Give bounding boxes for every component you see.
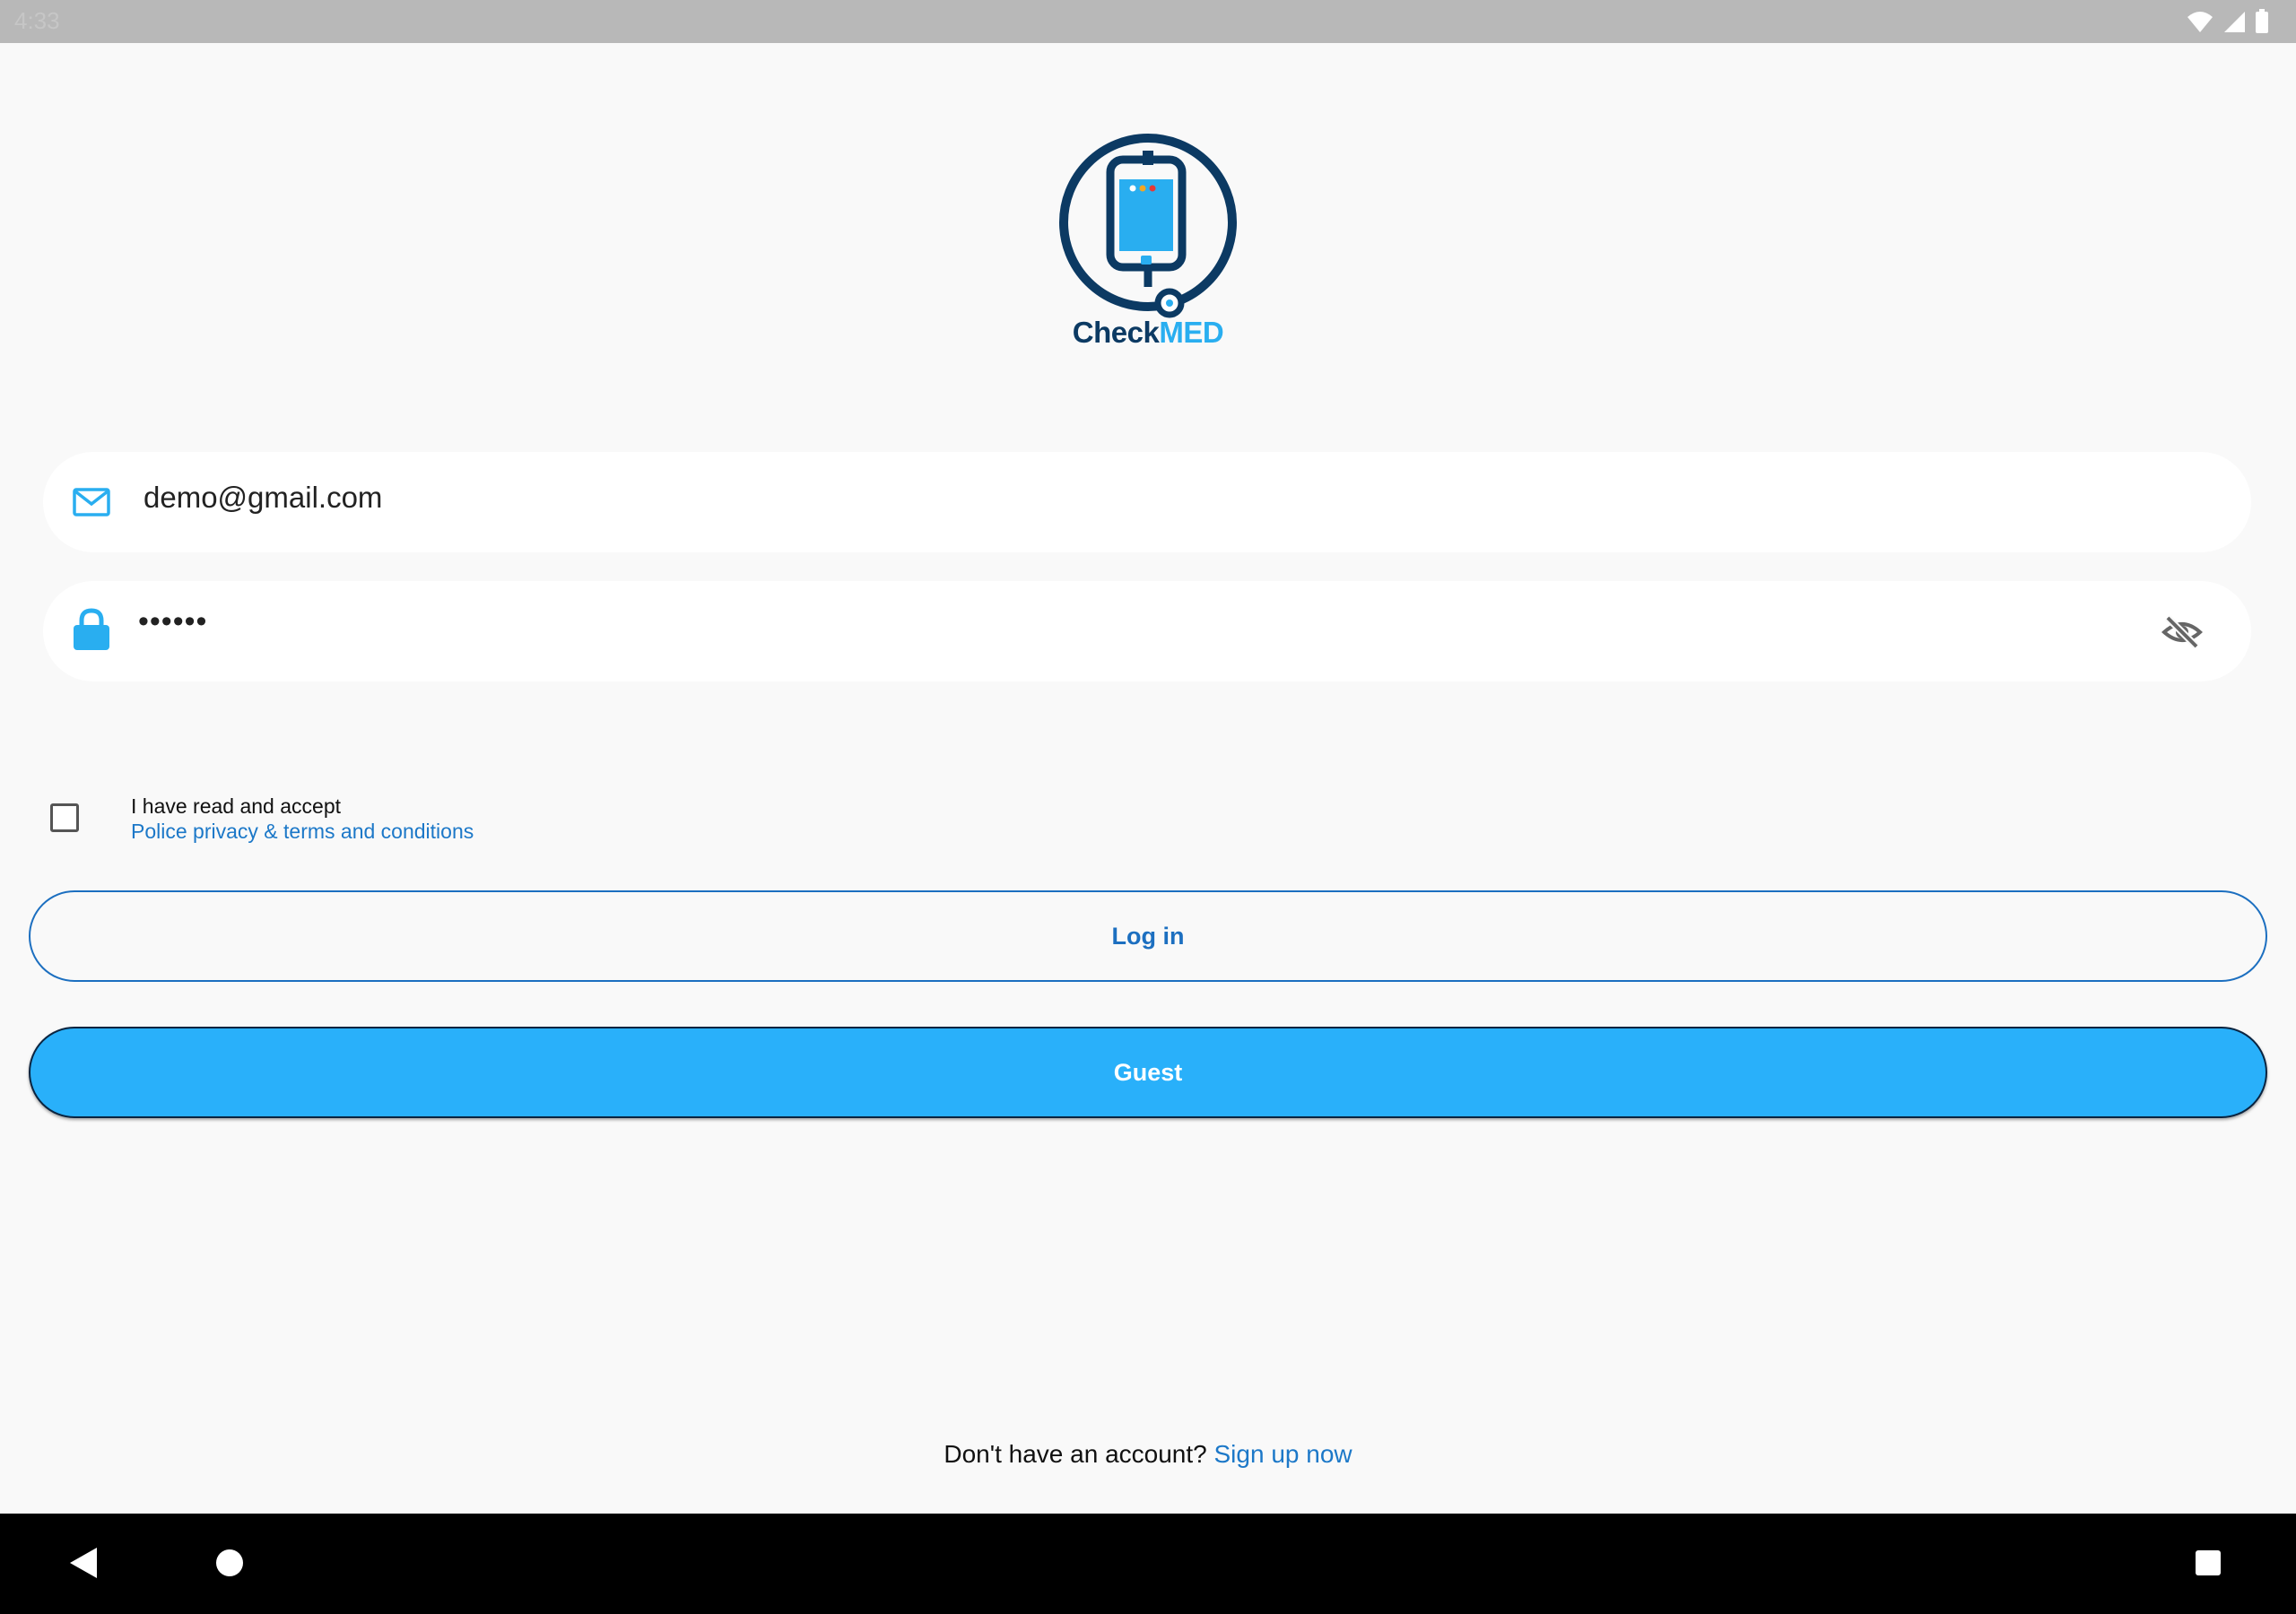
password-field[interactable]: •••••• <box>43 581 2251 681</box>
signup-link[interactable]: Sign up now <box>1214 1440 1352 1468</box>
signal-icon <box>2224 12 2245 32</box>
wifi-icon <box>2187 12 2213 32</box>
mail-icon <box>73 488 110 516</box>
status-time: 4:33 <box>14 7 60 34</box>
logo-text-check: Check <box>1072 316 1160 349</box>
navigation-bar <box>0 1514 2296 1614</box>
password-value[interactable]: •••••• <box>138 604 207 639</box>
logo-text-med: MED <box>1159 316 1224 349</box>
terms-link[interactable]: Police privacy & terms and conditions <box>131 820 474 844</box>
signup-row: Don't have an account? Sign up now <box>0 1440 2296 1469</box>
terms-text: I have read and accept <box>131 794 341 818</box>
eye-off-icon[interactable] <box>2161 612 2203 653</box>
guest-button[interactable]: Guest <box>29 1027 2267 1118</box>
login-button[interactable]: Log in <box>29 890 2267 982</box>
email-field[interactable]: demo@gmail.com <box>43 452 2251 552</box>
stethoscope-phone-icon <box>1059 134 1237 318</box>
battery-icon <box>2256 9 2268 33</box>
home-icon[interactable] <box>216 1549 243 1576</box>
guest-button-label: Guest <box>1113 1058 1183 1086</box>
lock-icon <box>74 608 109 650</box>
signup-prompt: Don't have an account? <box>944 1440 1207 1468</box>
logo-wordmark: CheckMED <box>1055 316 1241 350</box>
back-icon[interactable] <box>70 1548 97 1578</box>
status-bar: 4:33 <box>0 0 2296 43</box>
terms-checkbox[interactable] <box>50 803 79 832</box>
email-value[interactable]: demo@gmail.com <box>144 481 382 515</box>
app-logo: CheckMED <box>1055 133 1241 355</box>
status-icons <box>2187 9 2269 34</box>
recents-icon[interactable] <box>2196 1550 2221 1575</box>
login-button-label: Log in <box>1111 922 1185 950</box>
